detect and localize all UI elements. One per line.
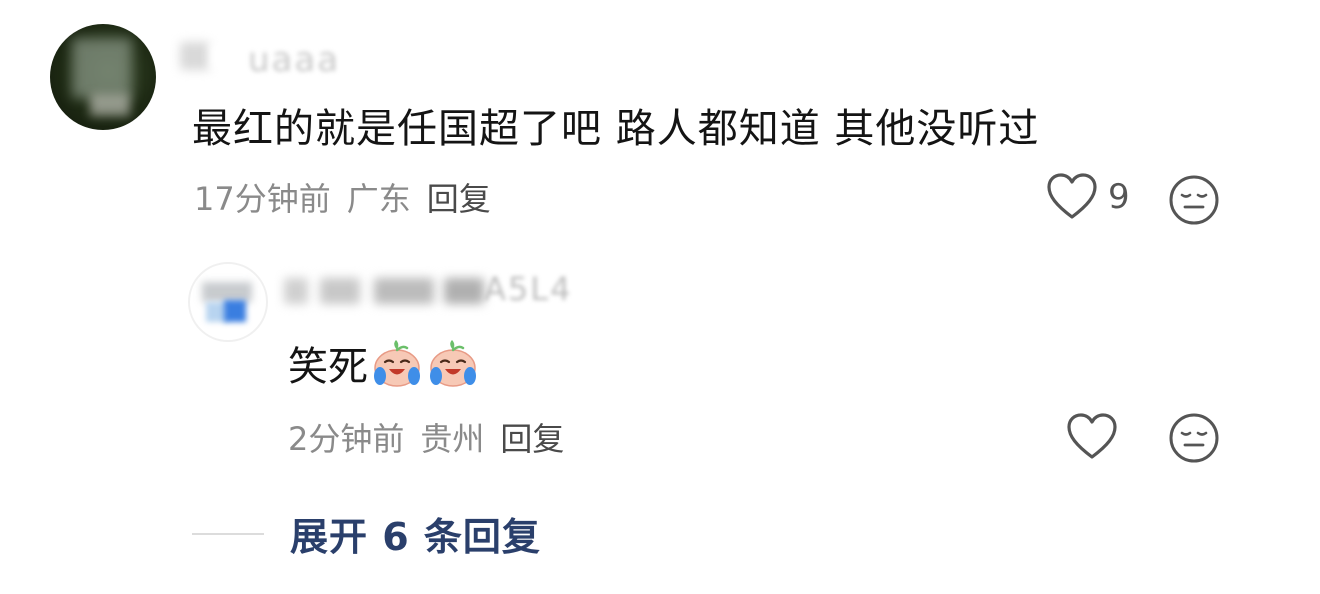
divider-line	[192, 532, 264, 535]
reply-location: 贵州	[420, 420, 485, 458]
comment-location: 广东	[346, 180, 411, 218]
username-blur	[210, 42, 250, 70]
avatar-blur	[90, 94, 130, 116]
heart-outline-icon	[1046, 172, 1098, 222]
crying-laughing-peach-emoji	[370, 336, 424, 390]
reply-time: 2分钟前	[288, 420, 405, 458]
heart-outline-icon	[1066, 412, 1118, 462]
like-count: 9	[1108, 177, 1130, 217]
comment-meta: 17分钟前 广东 回复	[194, 174, 491, 220]
avatar-blur	[72, 38, 132, 98]
reply-like-button[interactable]	[1066, 412, 1118, 462]
reply-text-row: 笑死	[288, 334, 480, 392]
reply-avatar[interactable]	[188, 262, 268, 342]
crying-laughing-peach-emoji	[426, 336, 480, 390]
reply-reply-button[interactable]: 回复	[500, 414, 564, 460]
expand-replies-label[interactable]: 展开 6 条回复	[290, 506, 541, 561]
username[interactable]	[180, 38, 250, 74]
comment-time: 17分钟前	[194, 180, 331, 218]
avatar[interactable]	[50, 24, 156, 130]
dislike-button[interactable]	[1168, 174, 1220, 226]
neutral-face-icon	[1168, 412, 1220, 464]
reply-username-partial: A5L4	[484, 270, 573, 308]
reply-username[interactable]: A5L4	[284, 270, 614, 310]
reply-button[interactable]: 回复	[427, 174, 491, 220]
reply-dislike-button[interactable]	[1168, 412, 1220, 464]
comment-text: 最红的就是任国超了吧 路人都知道 其他没听过	[192, 106, 1040, 152]
reply-meta: 2分钟前 贵州 回复	[288, 414, 564, 460]
reply-text: 笑死	[288, 344, 368, 390]
like-button[interactable]: 9	[1046, 172, 1130, 222]
username-partial: uaaa	[248, 40, 341, 80]
username-blur	[180, 42, 210, 70]
neutral-face-icon	[1168, 174, 1220, 226]
expand-replies[interactable]: 展开 6 条回复	[192, 506, 541, 561]
